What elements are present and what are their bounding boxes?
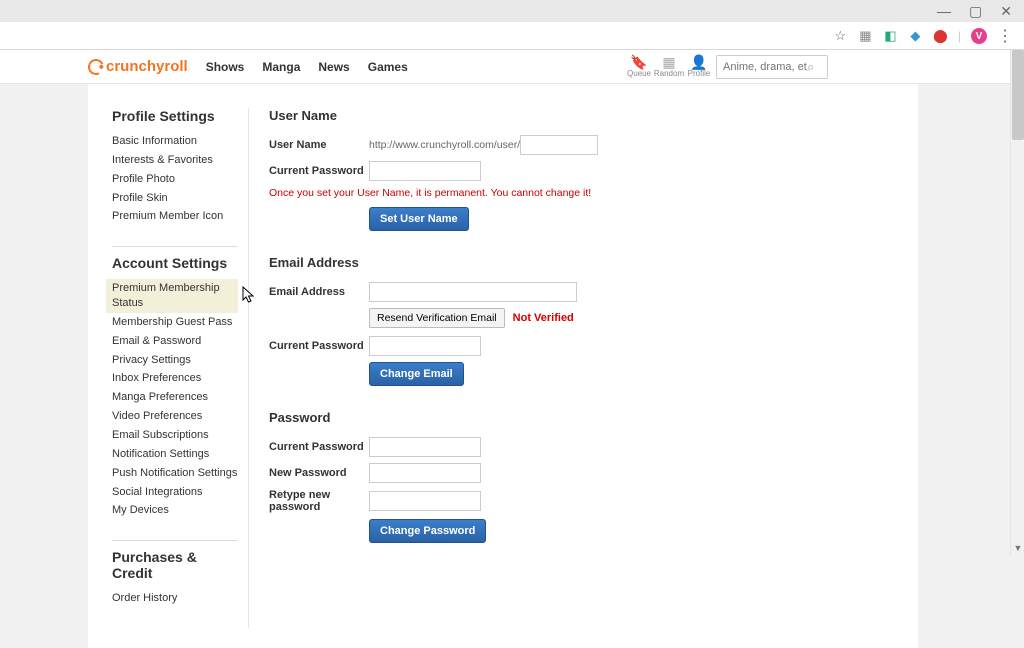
section-email: Email Address Email Address Resend Verif… [269, 255, 898, 386]
search-input[interactable] [723, 61, 807, 73]
profile-avatar-icon[interactable]: V [971, 28, 987, 44]
sidebar-heading-account: Account Settings [112, 246, 238, 271]
section-username: User Name User Name http://www.crunchyro… [269, 108, 898, 231]
window-minimize-icon[interactable]: — [937, 3, 951, 19]
extension-icon[interactable]: ▦ [858, 29, 873, 44]
change-password-button[interactable]: Change Password [369, 519, 486, 543]
sidebar-item[interactable]: Basic Information [112, 132, 238, 151]
vertical-scrollbar[interactable]: ▲ ▼ [1010, 50, 1024, 555]
sidebar-heading-profile: Profile Settings [112, 108, 238, 124]
sidebar-item[interactable]: Membership Guest Pass [112, 313, 238, 332]
user-icon: 👤 [690, 55, 707, 69]
sidebar-item[interactable]: Inbox Preferences [112, 369, 238, 388]
sidebar-item[interactable]: Interests & Favorites [112, 151, 238, 170]
sidebar-item[interactable]: Social Integrations [112, 483, 238, 502]
bookmark-icon: 🔖 [630, 55, 647, 69]
current-password-input[interactable] [369, 437, 481, 457]
email-current-password-input[interactable] [369, 336, 481, 356]
profile-link[interactable]: 👤 Profile [684, 55, 714, 78]
nav-manga[interactable]: Manga [262, 60, 300, 74]
window-close-icon[interactable]: ✕ [1000, 3, 1012, 20]
sidebar-heading-purchases: Purchases & Credit [112, 540, 238, 581]
label-current-password-1: Current Password [269, 165, 369, 177]
window-maximize-icon[interactable]: ▢ [969, 3, 982, 20]
label-retype-password: Retype new password [269, 489, 369, 513]
bookmark-star-icon[interactable]: ☆ [833, 29, 848, 44]
sidebar-item[interactable]: My Devices [112, 501, 238, 520]
logo-text: crunchyroll [106, 58, 188, 75]
section-password: Password Current Password New Password R… [269, 410, 898, 543]
label-email-address: Email Address [269, 286, 369, 298]
sidebar-item[interactable]: Premium Membership Status [106, 279, 238, 313]
label-username: User Name [269, 139, 369, 151]
username-warning: Once you set your User Name, it is perma… [269, 187, 898, 199]
sidebar-item[interactable]: Order History [112, 589, 238, 608]
queue-link[interactable]: 🔖 Queue [624, 55, 654, 78]
sidebar-item[interactable]: Privacy Settings [112, 351, 238, 370]
resend-verification-button[interactable]: Resend Verification Email [369, 308, 505, 328]
label-current-password-3: Current Password [269, 441, 369, 453]
site-header: crunchyroll Shows Manga News Games 🔖 Que… [0, 50, 1024, 84]
sidebar-item[interactable]: Push Notification Settings [112, 464, 238, 483]
site-logo[interactable]: crunchyroll [88, 58, 188, 75]
extension-icon[interactable]: ⬤ [933, 29, 948, 44]
change-email-button[interactable]: Change Email [369, 362, 464, 386]
section-title-email: Email Address [269, 255, 898, 270]
browser-chrome: — ▢ ✕ ☆ ▦ ◧ ◆ ⬤ | V ⋮ [0, 0, 1024, 50]
settings-main: User Name User Name http://www.crunchyro… [248, 108, 918, 628]
set-username-button[interactable]: Set User Name [369, 207, 469, 231]
primary-nav: Shows Manga News Games [206, 60, 408, 74]
nav-games[interactable]: Games [368, 60, 408, 74]
sidebar-item[interactable]: Video Preferences [112, 407, 238, 426]
profile-label: Profile [688, 69, 711, 78]
retype-password-input[interactable] [369, 491, 481, 511]
scroll-down-arrow-icon[interactable]: ▼ [1011, 541, 1024, 555]
queue-label: Queue [627, 69, 651, 78]
new-password-input[interactable] [369, 463, 481, 483]
page-content: Profile Settings Basic InformationIntere… [88, 84, 918, 648]
sidebar-item[interactable]: Premium Member Icon [112, 207, 238, 226]
dice-icon: ▦ [662, 55, 675, 69]
settings-sidebar: Profile Settings Basic InformationIntere… [88, 108, 248, 628]
sidebar-item[interactable]: Email Subscriptions [112, 426, 238, 445]
logo-mark-icon [86, 56, 107, 77]
email-status-badge: Not Verified [513, 312, 574, 324]
search-icon[interactable]: ⌕ [807, 59, 814, 75]
browser-menu-icon[interactable]: ⋮ [997, 26, 1012, 46]
username-input[interactable] [520, 135, 598, 155]
username-current-password-input[interactable] [369, 161, 481, 181]
username-url-prefix: http://www.crunchyroll.com/user/ [369, 139, 520, 151]
section-title-username: User Name [269, 108, 898, 123]
sidebar-item[interactable]: Notification Settings [112, 445, 238, 464]
sidebar-item[interactable]: Manga Preferences [112, 388, 238, 407]
nav-shows[interactable]: Shows [206, 60, 245, 74]
extension-icon[interactable]: ◆ [908, 29, 923, 44]
section-title-password: Password [269, 410, 898, 425]
scrollbar-thumb[interactable] [1012, 50, 1024, 140]
sidebar-item[interactable]: Profile Photo [112, 170, 238, 189]
email-input[interactable] [369, 282, 577, 302]
random-label: Random [654, 69, 684, 78]
sidebar-item[interactable]: Email & Password [112, 332, 238, 351]
nav-news[interactable]: News [318, 60, 349, 74]
label-new-password: New Password [269, 467, 369, 479]
random-link[interactable]: ▦ Random [654, 55, 684, 78]
extension-icon[interactable]: ◧ [883, 29, 898, 44]
label-current-password-2: Current Password [269, 340, 369, 352]
sidebar-item[interactable]: Profile Skin [112, 189, 238, 208]
search-box[interactable]: ⌕ [716, 55, 828, 79]
